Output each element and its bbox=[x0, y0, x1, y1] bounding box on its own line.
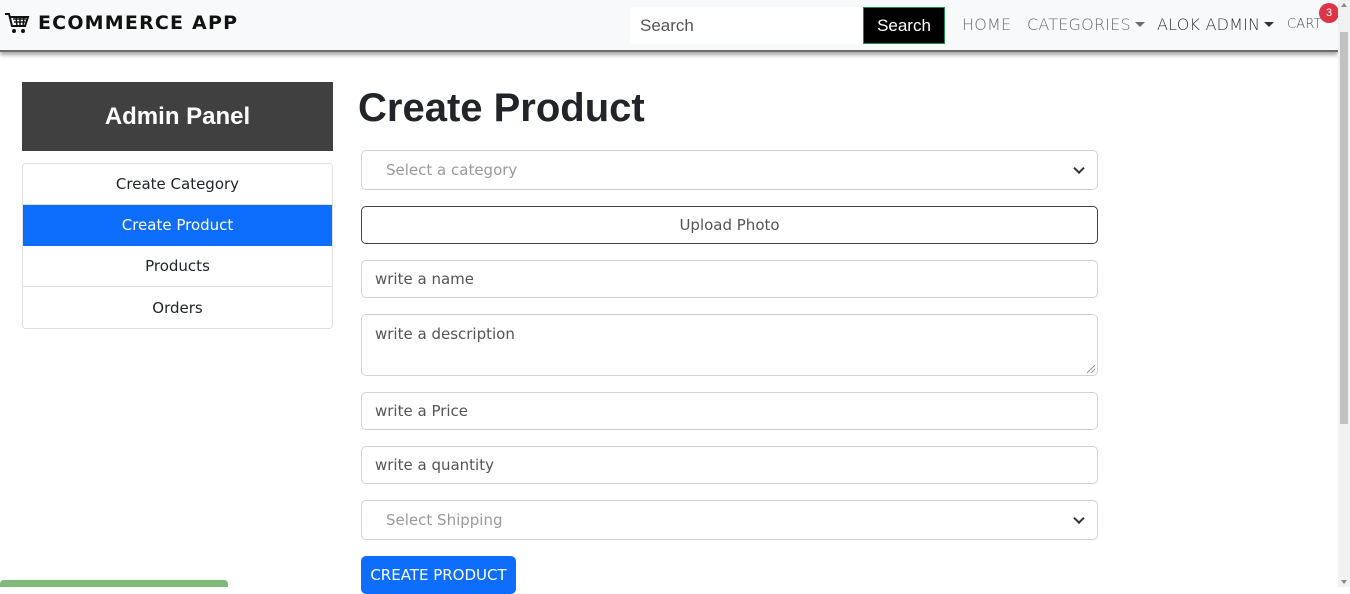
category-select-placeholder: Select a category bbox=[386, 161, 518, 179]
category-select[interactable]: Select a category bbox=[361, 150, 1098, 190]
name-input-placeholder: write a name bbox=[375, 270, 474, 288]
description-textarea-placeholder: write a description bbox=[375, 325, 515, 343]
price-input[interactable]: write a Price bbox=[361, 392, 1098, 430]
nav-categories-dropdown[interactable]: CATEGORIES bbox=[1027, 15, 1145, 34]
nav-user-dropdown[interactable]: ALOK ADMIN bbox=[1157, 15, 1275, 34]
price-input-placeholder: write a Price bbox=[375, 402, 469, 420]
nav-cart-link[interactable]: CART bbox=[1287, 17, 1322, 32]
upload-photo-button[interactable]: Upload Photo bbox=[361, 206, 1098, 244]
page-scrollbar[interactable] bbox=[1338, 0, 1350, 587]
admin-menu: Create Category Create Product Products … bbox=[22, 163, 333, 329]
search-input[interactable] bbox=[630, 7, 863, 44]
create-product-button[interactable]: CREATE PRODUCT bbox=[361, 556, 516, 594]
scroll-down-icon[interactable] bbox=[1341, 580, 1347, 584]
scrollbar-thumb[interactable] bbox=[1340, 32, 1348, 424]
nav-user-label: ALOK ADMIN bbox=[1157, 15, 1261, 34]
brand-title: ECOMMERCE APP bbox=[38, 12, 239, 34]
brand-link[interactable]: ECOMMERCE APP bbox=[4, 11, 238, 35]
shipping-select[interactable]: Select Shipping bbox=[361, 500, 1098, 540]
sidebar-item-create-product[interactable]: Create Product bbox=[23, 205, 332, 246]
nav-home-link[interactable]: HOME bbox=[962, 15, 1011, 34]
chevron-down-icon bbox=[1073, 162, 1085, 175]
shipping-select-placeholder: Select Shipping bbox=[386, 511, 503, 529]
caret-down-icon bbox=[1134, 22, 1145, 27]
chevron-down-icon bbox=[1073, 512, 1085, 525]
toast-bar bbox=[0, 580, 228, 587]
search-button[interactable]: Search bbox=[863, 7, 945, 44]
quantity-input-placeholder: write a quantity bbox=[375, 456, 494, 474]
cart-count-badge: 3 bbox=[1319, 3, 1339, 23]
page-title: Create Product bbox=[358, 86, 645, 130]
scroll-up-icon[interactable] bbox=[1341, 3, 1347, 7]
admin-panel-heading: Admin Panel bbox=[22, 82, 333, 151]
sidebar-item-create-category[interactable]: Create Category bbox=[23, 164, 332, 205]
shopping-cart-icon bbox=[5, 13, 30, 33]
resize-handle-icon[interactable] bbox=[1087, 365, 1095, 373]
quantity-input[interactable]: write a quantity bbox=[361, 446, 1098, 484]
name-input[interactable]: write a name bbox=[361, 260, 1098, 298]
caret-down-icon bbox=[1264, 22, 1275, 27]
description-textarea[interactable]: write a description bbox=[361, 314, 1098, 376]
nav-categories-label: CATEGORIES bbox=[1027, 15, 1131, 34]
top-navbar: ECOMMERCE APP Search HOME CATEGORIES ALO… bbox=[0, 0, 1339, 52]
sidebar-item-orders[interactable]: Orders bbox=[23, 287, 332, 328]
sidebar-item-products[interactable]: Products bbox=[23, 246, 332, 287]
